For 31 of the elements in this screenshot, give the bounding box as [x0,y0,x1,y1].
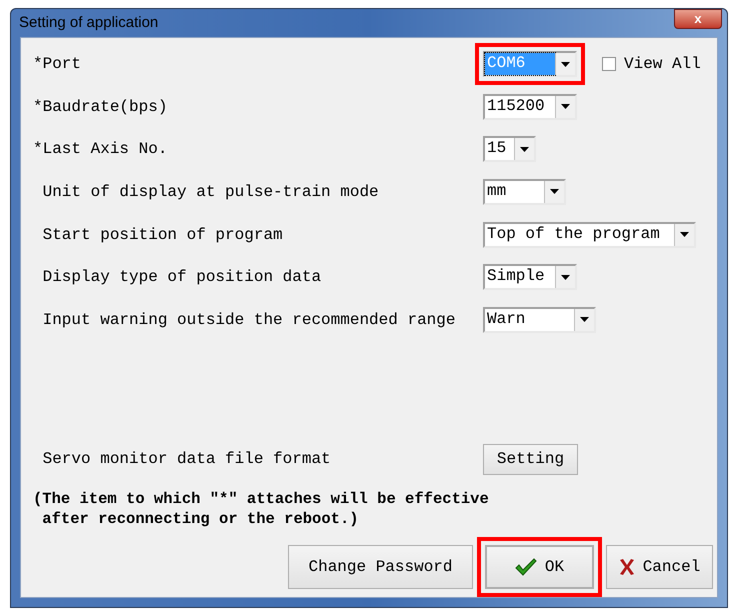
dropdown-arrow-icon [680,232,689,238]
dropdown[interactable]: Top of the program [483,222,696,248]
window-title: Setting of application [19,12,158,33]
setting-label: Unit of display at pulse-train mode [42,182,380,203]
setting-button[interactable]: Setting [483,444,578,474]
dropdown[interactable]: mm [483,178,566,205]
dropdown[interactable]: Simple [483,264,577,290]
dropdown[interactable]: 15 [483,136,536,162]
setting-label: *Baudrate(bps) [32,96,168,118]
dropdown-arrow-icon [580,317,589,322]
dropdown[interactable]: Warn [483,306,596,333]
dropdown-arrow-icon [550,189,559,194]
password-button[interactable]: Change Password [288,545,473,589]
checkmark-icon [514,558,537,576]
checkbox[interactable] [602,57,616,72]
ok-button[interactable]: OK [485,545,594,589]
cross-icon [618,558,635,576]
cancel-button[interactable]: Cancel [606,545,713,589]
setting-label: *Port [32,54,82,76]
checkbox-label[interactable]: View All [624,52,701,76]
dropdown-arrow-icon [561,62,570,67]
dropdown-arrow-icon [561,274,570,280]
setting-label: *Last Axis No. [32,139,168,160]
dropdown[interactable]: 115200 [483,94,577,120]
setting-label: Input warning outside the recommended range [42,310,456,331]
dropdown-arrow-icon [561,104,570,110]
setting-label: Start position of program [42,224,284,246]
note-text: (The item to which "*" attaches will be effective after reconnecting or the reboot.) [32,489,490,529]
setting-label: Servo monitor data file format [42,449,332,470]
dropdown-arrow-icon [520,146,529,152]
setting-label: Display type of position data [42,267,322,288]
